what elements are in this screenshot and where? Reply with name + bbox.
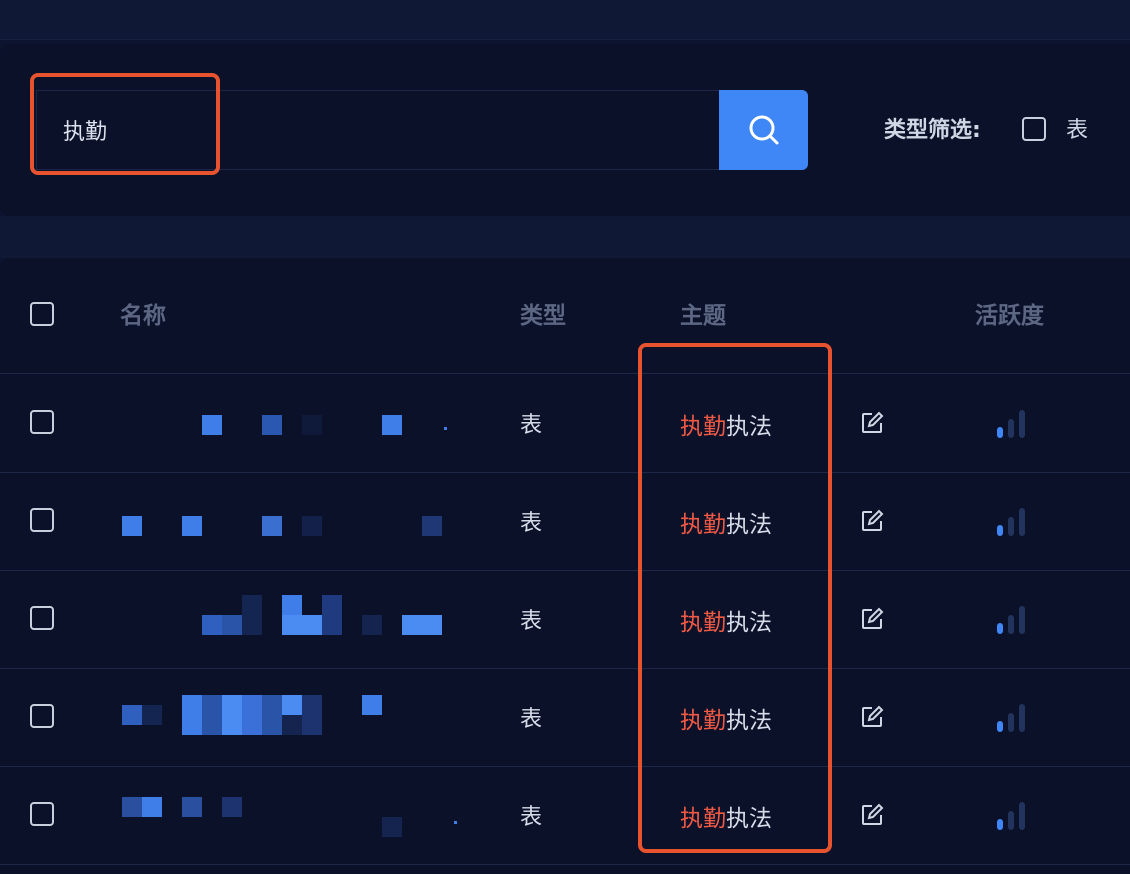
type-cell: 表	[520, 609, 543, 634]
edit-icon[interactable]	[860, 607, 884, 631]
signal-bars-icon	[997, 606, 1025, 634]
filter-checkbox-table[interactable]	[1022, 117, 1046, 141]
type-cell: 表	[520, 413, 543, 438]
table-row[interactable]: 表 执勤执法	[0, 375, 1130, 473]
name-cell-redacted[interactable]	[110, 777, 470, 857]
page: 类型筛选: 表 名称 类型 主题 活跃度 表 执勤执法	[0, 0, 1130, 874]
edit-icon[interactable]	[860, 705, 884, 729]
type-cell: 表	[520, 707, 543, 732]
select-all-checkbox[interactable]	[30, 302, 54, 326]
name-cell-redacted[interactable]	[110, 679, 470, 759]
name-cell-redacted[interactable]	[110, 385, 470, 465]
row-checkbox[interactable]	[30, 508, 54, 532]
row-checkbox[interactable]	[30, 704, 54, 728]
table-row[interactable]: 表 执勤执法	[0, 571, 1130, 669]
topic-column-highlight-box	[638, 343, 832, 853]
row-checkbox[interactable]	[30, 802, 54, 826]
name-cell-redacted[interactable]	[110, 483, 470, 563]
edit-icon[interactable]	[860, 803, 884, 827]
column-header-activity[interactable]: 活跃度	[975, 296, 1044, 330]
top-strip	[0, 0, 1130, 40]
table-row[interactable]: 表 执勤执法	[0, 473, 1130, 571]
name-cell-redacted[interactable]	[110, 581, 470, 661]
search-icon	[749, 115, 778, 145]
panel-gap	[0, 216, 1130, 258]
signal-bars-icon	[997, 704, 1025, 732]
column-header-topic[interactable]: 主题	[680, 296, 726, 330]
signal-bars-icon	[997, 802, 1025, 830]
filter-option-label: 表	[1066, 118, 1089, 143]
row-checkbox[interactable]	[30, 410, 54, 434]
signal-bars-icon	[997, 410, 1025, 438]
signal-bars-icon	[997, 508, 1025, 536]
row-checkbox[interactable]	[30, 606, 54, 630]
table-row[interactable]: 表 执勤执法	[0, 767, 1130, 865]
search-highlight-box	[30, 73, 220, 175]
filter-label: 类型筛选:	[884, 118, 981, 143]
type-cell: 表	[520, 805, 543, 830]
type-cell: 表	[520, 511, 543, 536]
column-header-type[interactable]: 类型	[520, 296, 566, 330]
table-row[interactable]: 表 执勤执法	[0, 669, 1130, 767]
search-button[interactable]	[719, 90, 808, 170]
edit-icon[interactable]	[860, 411, 884, 435]
edit-icon[interactable]	[860, 509, 884, 533]
column-header-name[interactable]: 名称	[120, 296, 166, 330]
